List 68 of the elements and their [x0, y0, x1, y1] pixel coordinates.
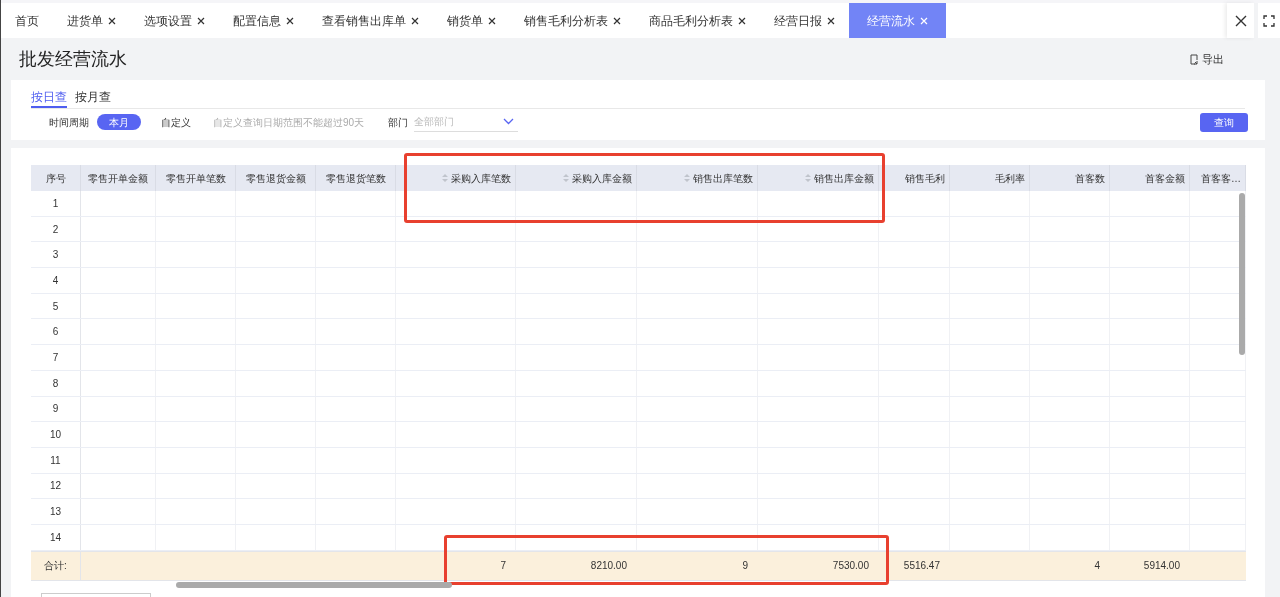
column-header: 首客客…: [1190, 165, 1246, 191]
row-number: 14: [31, 524, 81, 550]
tab[interactable]: 销售毛利分析表: [510, 3, 635, 38]
close-icon[interactable]: [488, 16, 496, 25]
column-header: 首客数: [1030, 165, 1110, 191]
tab[interactable]: 销货单: [433, 3, 510, 38]
tab[interactable]: 选项设置: [130, 3, 219, 38]
department-label: 部门: [388, 115, 409, 130]
query-mode-tab[interactable]: 按日查: [31, 88, 67, 108]
query-mode-tab[interactable]: 按月查: [75, 88, 111, 108]
tab[interactable]: 商品毛利分析表: [635, 3, 760, 38]
total-value: 9: [741, 559, 749, 574]
column-header: 零售退货金额: [236, 165, 316, 191]
total-value: 5516.47: [902, 559, 941, 574]
total-value: 7530.00: [831, 559, 870, 574]
column-header[interactable]: 采购入库笔数: [396, 165, 516, 191]
column-header[interactable]: 采购入库金额: [516, 165, 637, 191]
period-option[interactable]: 本月: [97, 114, 141, 130]
column-header: 零售开单金额: [81, 165, 156, 191]
row-number: 4: [31, 268, 81, 293]
total-value: 5914.00: [1142, 559, 1181, 574]
page-title: 批发经营流水: [19, 47, 127, 71]
tab[interactable]: 查看销售出库单: [308, 3, 433, 38]
column-header: 销售毛利: [879, 165, 950, 191]
document-icon: [1189, 53, 1199, 65]
period-option[interactable]: 自定义: [159, 114, 193, 130]
row-number: 8: [31, 370, 81, 396]
export-button[interactable]: 导出: [1189, 50, 1224, 68]
totals-label: 合计:: [31, 551, 81, 580]
close-icon[interactable]: [738, 16, 746, 25]
close-icon[interactable]: [613, 16, 621, 25]
row-number: 13: [31, 499, 81, 524]
total-value: 8210.00: [589, 559, 628, 574]
close-icon[interactable]: [411, 16, 419, 25]
scrollbar-thumb[interactable]: [176, 582, 452, 588]
row-number: 11: [31, 447, 81, 473]
total-value: 7: [499, 559, 507, 574]
column-header[interactable]: 销售出库金额: [758, 165, 879, 191]
row-number: 1: [31, 191, 81, 216]
close-icon[interactable]: [827, 16, 835, 25]
column-header: 序号: [31, 165, 81, 191]
row-number: 6: [31, 319, 81, 345]
tab[interactable]: 进货单: [53, 3, 130, 38]
row-number: 2: [31, 216, 81, 242]
close-icon[interactable]: [108, 16, 116, 25]
row-number: 3: [31, 242, 81, 268]
tab[interactable]: 经营日报: [760, 3, 849, 38]
column-header: 毛利率: [950, 165, 1030, 191]
tab[interactable]: 首页: [1, 3, 53, 38]
column-header: 零售退货笔数: [316, 165, 396, 191]
row-number: 10: [31, 422, 81, 447]
period-label: 时间周期: [49, 115, 89, 130]
column-header[interactable]: 销售出库笔数: [637, 165, 758, 191]
close-icon[interactable]: [197, 16, 205, 25]
row-number: 7: [31, 345, 81, 370]
hint-text: 自定义查询日期范围不能超过90天: [213, 115, 365, 130]
column-header: 零售开单笔数: [156, 165, 236, 191]
close-icon[interactable]: [286, 16, 294, 25]
row-number: 12: [31, 473, 81, 499]
tab[interactable]: 配置信息: [219, 3, 308, 38]
query-button[interactable]: 查询: [1200, 112, 1248, 132]
row-number: 5: [31, 293, 81, 319]
close-icon[interactable]: [1227, 3, 1254, 38]
scrollbar-thumb[interactable]: [1239, 193, 1245, 355]
total-value: 4: [1093, 559, 1101, 574]
column-header: 首客金额: [1110, 165, 1190, 191]
chevron-down-icon: [503, 118, 515, 125]
row-number: 9: [31, 396, 81, 422]
